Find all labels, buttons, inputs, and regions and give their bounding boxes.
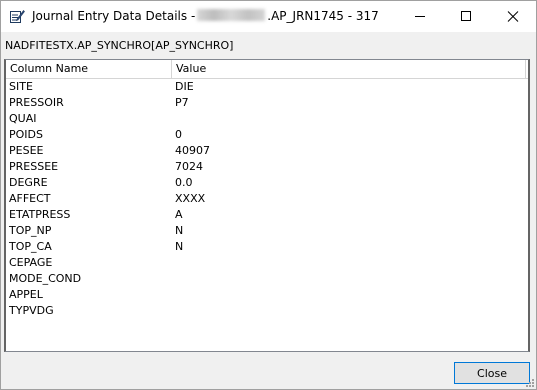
- close-button[interactable]: Close: [454, 362, 530, 384]
- cell-value: P7: [175, 96, 189, 109]
- table-row[interactable]: TOP_CA N: [6, 239, 528, 255]
- cell-column-name: CEPAGE: [9, 256, 53, 269]
- table-row[interactable]: SITE DIE: [6, 79, 528, 95]
- table-row[interactable]: CEPAGE: [6, 255, 528, 271]
- table-row[interactable]: ETATPRESS A: [6, 207, 528, 223]
- cell-column-name: APPEL: [9, 288, 43, 301]
- cell-value: 0: [175, 128, 182, 141]
- table-row[interactable]: AFFECT XXXX: [6, 191, 528, 207]
- window-title-suffix: .AP_JRN1745 - 317: [267, 9, 379, 23]
- title-bar[interactable]: Journal Entry Data Details - .AP_JRN1745 …: [1, 1, 536, 32]
- cell-column-name: TYPVDG: [9, 304, 54, 317]
- cell-column-name: SITE: [9, 80, 33, 93]
- cell-value: 0.0: [175, 176, 193, 189]
- cell-value: 7024: [175, 160, 203, 173]
- table-row[interactable]: PRESSOIR P7: [6, 95, 528, 111]
- redacted-name: [197, 9, 266, 21]
- window-title: Journal Entry Data Details - .AP_JRN1745 …: [32, 9, 379, 23]
- table-row[interactable]: DEGRE 0.0: [6, 175, 528, 191]
- column-header-name[interactable]: Column Name: [6, 60, 172, 78]
- table-row[interactable]: POIDS 0: [6, 127, 528, 143]
- cell-column-name: TOP_CA: [9, 240, 52, 253]
- cell-value: A: [175, 208, 183, 221]
- cell-column-name: POIDS: [9, 128, 43, 141]
- minimize-icon[interactable]: [397, 1, 443, 32]
- table-row[interactable]: APPEL: [6, 287, 528, 303]
- table-row[interactable]: MODE_COND: [6, 271, 528, 287]
- cell-column-name: DEGRE: [9, 176, 48, 189]
- cell-value: XXXX: [175, 192, 206, 205]
- cell-column-name: PESEE: [9, 144, 44, 157]
- close-icon[interactable]: [490, 1, 536, 32]
- notepad-pencil-icon: [10, 10, 25, 23]
- cell-column-name: PRESSOIR: [9, 96, 64, 109]
- column-header-value[interactable]: Value: [172, 60, 526, 78]
- cell-column-name: MODE_COND: [9, 272, 82, 285]
- cell-column-name: PRESSEE: [9, 160, 59, 173]
- table-row[interactable]: PESEE 40907: [6, 143, 528, 159]
- cell-column-name: QUAI: [9, 112, 37, 125]
- cell-column-name: ETATPRESS: [9, 208, 71, 221]
- table-row[interactable]: TOP_NP N: [6, 223, 528, 239]
- cell-column-name: TOP_NP: [9, 224, 52, 237]
- table-row[interactable]: TYPVDG: [6, 303, 528, 319]
- cell-value: DIE: [175, 80, 194, 93]
- cell-value: 40907: [175, 144, 210, 157]
- grid-header: Column Name Value: [6, 60, 528, 79]
- cell-column-name: AFFECT: [9, 192, 51, 205]
- grid-rows: SITE DIE PRESSOIR P7 QUAI POIDS 0 PESEE 4090…: [6, 79, 528, 319]
- table-row[interactable]: PRESSEE 7024: [6, 159, 528, 175]
- data-grid[interactable]: Column Name Value SITE DIE PRESSOIR P7 QUA…: [4, 59, 530, 352]
- table-row[interactable]: QUAI: [6, 111, 528, 127]
- maximize-icon[interactable]: [443, 1, 489, 32]
- resize-grip-icon[interactable]: [525, 378, 535, 388]
- cell-value: N: [175, 240, 184, 253]
- window-title-prefix: Journal Entry Data Details -: [32, 9, 196, 23]
- dialog-window: Journal Entry Data Details - .AP_JRN1745 …: [0, 0, 537, 390]
- cell-value: N: [175, 224, 184, 237]
- table-identifier: NADFITESTX.AP_SYNCHRO[AP_SYNCHRO]: [5, 39, 234, 52]
